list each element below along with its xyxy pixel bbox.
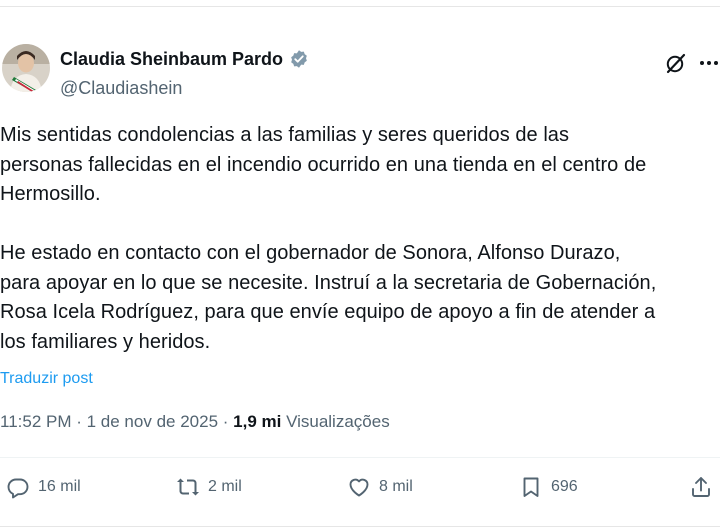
reply-button[interactable]: 16 mil [6,469,81,505]
tweet-meta: 11:52 PM · 1 de nov de 2025 · 1,9 mi Vis… [0,411,390,433]
tweet-paragraph-2: He estado en contacto con el gobernador … [0,242,657,353]
views-label: Visualizações [281,412,390,431]
tweet-time[interactable]: 11:52 PM [0,412,72,431]
author-name-row: Claudia Sheinbaum Pardo [60,47,309,71]
share-icon [692,477,710,497]
divider [0,457,720,458]
reply-count: 16 mil [38,478,81,495]
tweet-text: Mis sentidas condolencias a las familias… [0,121,720,357]
tweet-paragraph-1: Mis sentidas condolencias a las familias… [0,124,647,205]
author-display-name[interactable]: Claudia Sheinbaum Pardo [60,47,283,71]
tweet-card: Claudia Sheinbaum Pardo @Claudiashein Mi… [0,6,720,527]
repost-icon [177,478,199,496]
more-options-icon[interactable] [698,55,720,71]
share-button[interactable] [689,469,713,505]
views-count[interactable]: 1,9 mi [233,412,281,431]
action-bar: 16 mil 2 mil 8 mil 696 [0,469,720,505]
author-handle[interactable]: @Claudiashein [60,77,182,99]
reply-icon [7,478,29,499]
repost-button[interactable]: 2 mil [176,469,242,505]
verified-badge-icon [289,49,309,69]
tweet-date[interactable]: 1 de nov de 2025 [87,412,218,431]
meta-separator: · [218,412,234,431]
heart-icon [349,478,369,497]
repost-count: 2 mil [208,478,242,495]
like-button[interactable]: 8 mil [347,469,413,505]
grok-icon[interactable] [664,51,688,75]
avatar-image [2,44,50,92]
avatar[interactable] [2,44,50,92]
like-count: 8 mil [379,478,413,495]
meta-separator: · [71,412,87,431]
bookmark-count: 696 [551,478,578,495]
bookmark-icon [523,477,539,497]
bookmark-button[interactable]: 696 [519,469,578,505]
translate-post-link[interactable]: Traduzir post [0,369,93,389]
